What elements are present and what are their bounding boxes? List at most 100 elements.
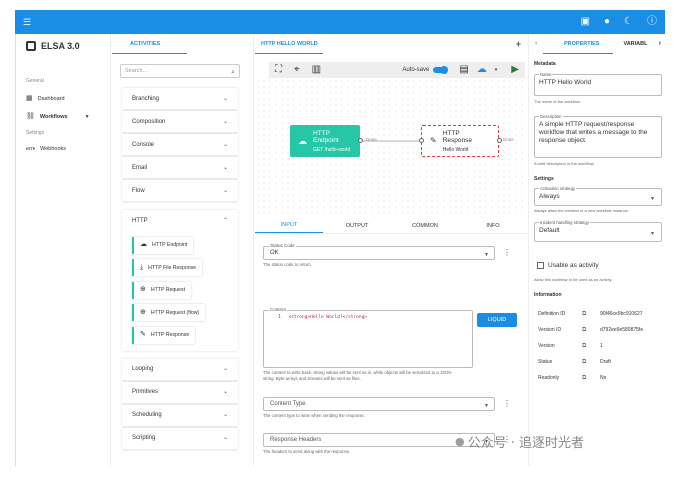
- category-label: Branching: [132, 95, 160, 102]
- workflow-designer: HTTP HELLO WORLD + ⛶ ⌖ ▥ Auto-save ▤ ☁ ▾…: [255, 34, 527, 466]
- nav-item-label: Dashboard: [37, 96, 65, 102]
- menu-icon[interactable]: ☰: [23, 17, 31, 27]
- dark-mode-icon[interactable]: ☾: [624, 17, 633, 27]
- field-hint: A brief description of the workflow.: [534, 161, 595, 166]
- outcome-label: Done: [366, 137, 377, 142]
- tab-common[interactable]: COMMON: [391, 218, 459, 233]
- field-hint: Always allow the creation of a new workf…: [534, 208, 629, 213]
- category-email[interactable]: Email ⌄: [122, 157, 238, 179]
- outcome-label: Done: [503, 137, 514, 142]
- copy-icon[interactable]: ⧉: [582, 359, 600, 366]
- node-http-response[interactable]: ✎ HTTP Response Hello World: [421, 125, 499, 157]
- category-label: Scheduling: [132, 412, 162, 418]
- activity-http-endpoint[interactable]: ☁ HTTP Endpoint: [132, 236, 194, 254]
- info-key: Status: [538, 359, 553, 365]
- run-icon[interactable]: ▶: [511, 65, 519, 75]
- content-editor[interactable]: Content 1 <strong>Hello World!</strong>: [263, 307, 473, 368]
- copy-icon[interactable]: ⧉: [582, 311, 600, 318]
- info-value: 1: [600, 343, 603, 349]
- more-options-icon[interactable]: ⋮: [503, 399, 511, 408]
- publish-icon[interactable]: ☁: [477, 65, 487, 75]
- category-looping[interactable]: Looping ⌄: [122, 358, 238, 381]
- input-port[interactable]: [419, 138, 424, 143]
- dropdown-icon: ▼: [484, 403, 489, 409]
- activity-label: HTTP Response: [150, 332, 190, 338]
- checkbox-box[interactable]: [537, 262, 544, 269]
- chevron-left-icon[interactable]: ‹: [535, 39, 537, 49]
- outcome-port[interactable]: [358, 138, 363, 143]
- workflow-name-field[interactable]: Name HTTP Hello World: [534, 71, 662, 96]
- incident-strategy-select[interactable]: Incident handling strategy Default ▼: [534, 219, 662, 242]
- top-app-bar: ☰ ▣ ● ☾ ⓘ: [15, 10, 665, 34]
- file-icon[interactable]: ▣: [581, 17, 590, 27]
- tab-input[interactable]: INPUT: [255, 218, 323, 233]
- usable-as-activity-checkbox[interactable]: Usable as activity: [537, 262, 599, 269]
- section-metadata: Metadata: [534, 61, 556, 67]
- fit-screen-icon[interactable]: ⛶: [275, 65, 282, 75]
- tab-variables[interactable]: VARIABL: [623, 41, 647, 47]
- information-table: Definition ID ⧉ 90f46ce9bc910627 Version I…: [534, 306, 662, 386]
- publish-menu-icon[interactable]: ▾: [495, 65, 498, 75]
- tab-output[interactable]: OUTPUT: [323, 218, 391, 233]
- globe-icon: ⊕: [140, 286, 146, 293]
- app-brand[interactable]: ELSA 3.0: [16, 34, 110, 58]
- autosave-toggle[interactable]: [433, 66, 449, 74]
- add-tab-icon[interactable]: +: [516, 39, 521, 49]
- info-icon[interactable]: ⓘ: [647, 17, 657, 27]
- code-text: <strong>Hello World!</strong>: [288, 315, 368, 320]
- category-console[interactable]: Console ⌄: [122, 134, 238, 156]
- more-options-icon[interactable]: ⋮: [503, 248, 511, 257]
- tab-http-hello-world[interactable]: HTTP HELLO WORLD: [261, 41, 318, 47]
- elsa-logo-icon: [26, 41, 36, 51]
- node-http-endpoint[interactable]: ☁ HTTP Endpoint GET /hello-world: [290, 125, 360, 157]
- category-http[interactable]: HTTP ⌃: [122, 210, 238, 232]
- layout-icon[interactable]: ▥: [312, 65, 321, 75]
- search-input[interactable]: Search... ⌕: [120, 64, 240, 78]
- node-title: HTTP Endpoint: [313, 129, 339, 144]
- activity-http-request[interactable]: ⊕ HTTP Request: [132, 281, 192, 299]
- category-label: Email: [132, 164, 148, 171]
- activity-http-file-response[interactable]: ⤓ HTTP File Response: [132, 259, 203, 276]
- nav-item-webhooks[interactable]: HTTP Webhooks: [16, 140, 110, 158]
- tab-activities[interactable]: ACTIVITIES: [112, 34, 253, 54]
- nav-item-workflows[interactable]: ⛓ Workflows ▼: [16, 108, 110, 126]
- designer-canvas[interactable]: ☁ HTTP Endpoint GET /hello-world Done ✎ H…: [255, 78, 527, 214]
- tab-info[interactable]: INFO: [459, 218, 527, 233]
- category-label: Scripting: [132, 435, 156, 441]
- field-placeholder: Content Type: [270, 401, 306, 407]
- activation-strategy-select[interactable]: Activation strategy Always ▼: [534, 185, 662, 206]
- field-value: HTTP Hello World: [539, 79, 592, 86]
- copy-icon[interactable]: ⧉: [582, 327, 600, 334]
- status-code-select[interactable]: Status Code OK ▼: [263, 243, 495, 260]
- category-branching[interactable]: Branching ⌄: [122, 88, 238, 110]
- category-composition[interactable]: Composition ⌄: [122, 111, 238, 133]
- tab-properties[interactable]: PROPERTIES: [564, 41, 599, 47]
- properties-tab-bar: ‹ PROPERTIES VARIABL ›: [529, 34, 666, 54]
- field-value: A simple HTTP request/response workflow …: [539, 121, 648, 144]
- activity-http-response[interactable]: ✎ HTTP Response: [132, 326, 196, 344]
- category-scripting[interactable]: Scripting ⌄: [122, 427, 238, 450]
- category-primitives[interactable]: Primitives ⌄: [122, 381, 238, 404]
- copy-icon[interactable]: ⧉: [582, 343, 600, 350]
- chevron-down-icon: ⌄: [222, 118, 228, 125]
- dropdown-icon: ▼: [484, 252, 489, 258]
- field-hint: Allow this workflow to be used as an act…: [534, 277, 613, 282]
- category-scheduling[interactable]: Scheduling ⌄: [122, 404, 238, 427]
- category-http-expanded: HTTP ⌃ ☁ HTTP Endpoint ⤓ HTTP File Response…: [122, 210, 238, 351]
- dropdown-icon: ▼: [650, 196, 655, 202]
- save-icon[interactable]: ▤: [459, 65, 468, 75]
- activity-http-request-flow[interactable]: ⊕ HTTP Request (flow): [132, 304, 206, 321]
- syntax-liquid-button[interactable]: LIQUID: [477, 313, 517, 327]
- designer-toolbar: ⛶ ⌖ ▥ Auto-save ▤ ☁ ▾ ▶: [269, 62, 525, 78]
- github-icon[interactable]: ●: [604, 17, 610, 27]
- workflow-description-field[interactable]: Description A simple HTTP request/respon…: [534, 113, 662, 158]
- center-icon[interactable]: ⌖: [294, 65, 300, 75]
- nav-item-dashboard[interactable]: ▦ Dashboard: [16, 90, 110, 108]
- outcome-port[interactable]: [497, 138, 502, 143]
- info-value: No: [600, 375, 607, 381]
- chevron-right-icon[interactable]: ›: [659, 39, 661, 49]
- content-type-select[interactable]: Content Type ▼: [263, 397, 495, 411]
- copy-icon[interactable]: ⧉: [582, 375, 600, 382]
- info-row: Definition ID ⧉ 90f46ce9bc910627: [534, 306, 662, 322]
- category-flow[interactable]: Flow ⌄: [122, 180, 238, 202]
